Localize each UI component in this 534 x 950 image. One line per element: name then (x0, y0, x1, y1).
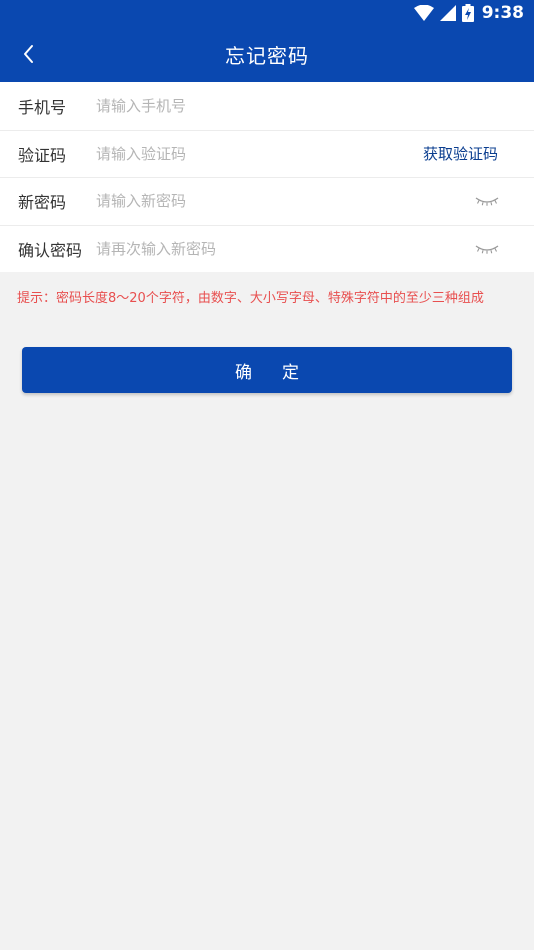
back-button[interactable] (4, 26, 52, 82)
eye-closed-icon (475, 197, 499, 207)
status-time: 9:38 (481, 3, 524, 23)
confirm-password-visibility-toggle[interactable] (472, 239, 502, 259)
eye-closed-icon (475, 245, 499, 254)
get-code-button[interactable]: 获取验证码 (423, 143, 516, 164)
new-password-input[interactable] (96, 192, 472, 211)
chevron-left-icon (24, 45, 33, 63)
confirm-password-input[interactable] (96, 239, 472, 258)
status-bar: 9:38 (0, 0, 534, 26)
battery-icon (461, 4, 474, 22)
page-title: 忘记密码 (225, 43, 309, 68)
confirm-password-row: 确认密码 (0, 224, 534, 273)
forgot-password-form: 手机号 验证码 获取验证码 新密码 确认密码 (0, 82, 534, 272)
app-bar: 忘记密码 (0, 26, 534, 82)
wifi-icon (413, 5, 434, 21)
confirm-button[interactable]: 确定 (22, 347, 512, 393)
new-password-visibility-toggle[interactable] (472, 191, 502, 211)
confirm-password-label: 确认密码 (18, 240, 83, 260)
code-label: 验证码 (18, 145, 67, 165)
new-password-label: 新密码 (18, 193, 67, 213)
code-input[interactable] (96, 144, 423, 163)
phone-input[interactable] (96, 96, 516, 115)
phone-label: 手机号 (18, 97, 67, 117)
password-hint: 提示：密码长度8～20个字符，由数字、大小写字母、特殊字符中的至少三种组成 (17, 291, 484, 306)
new-password-row: 新密码 (0, 177, 534, 225)
code-row: 验证码 获取验证码 (0, 129, 534, 178)
phone-row: 手机号 (0, 82, 534, 130)
signal-icon (439, 5, 456, 21)
